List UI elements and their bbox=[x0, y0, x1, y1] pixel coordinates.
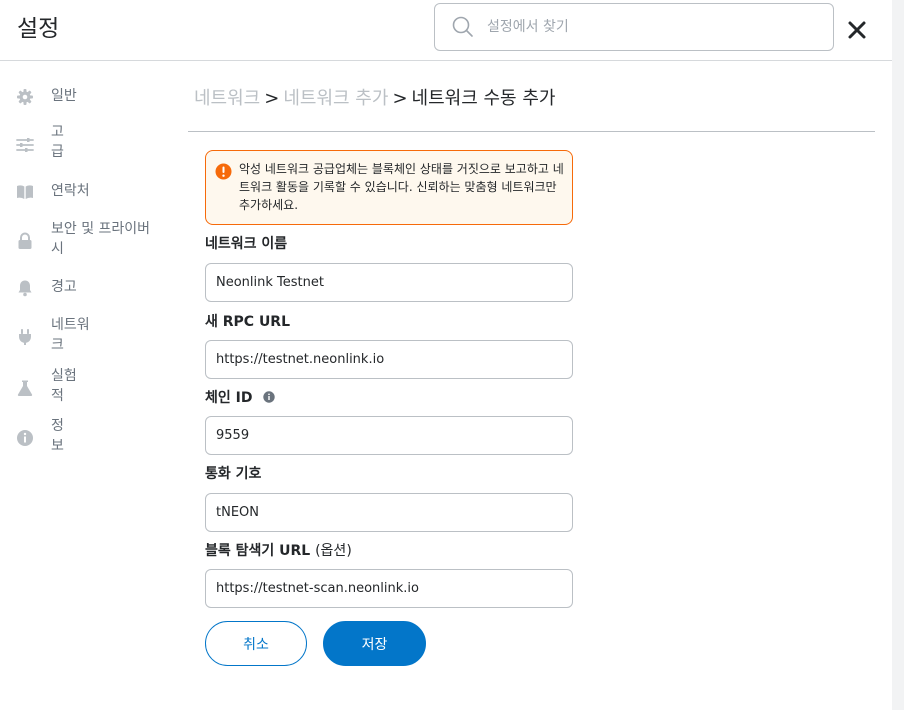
sidebar-item-security-privacy[interactable]: 보안 및 프라이버시 bbox=[0, 219, 170, 261]
sidebar-item-label: 네트워크 bbox=[51, 317, 90, 353]
breadcrumb: 네트워크 > 네트워크 추가 > 네트워크 수동 추가 bbox=[194, 84, 555, 110]
chain-id-input[interactable] bbox=[205, 416, 573, 455]
cancel-button[interactable]: 취소 bbox=[205, 621, 307, 666]
breadcrumb-item-current: 네트워크 수동 추가 bbox=[411, 88, 556, 109]
explorer-url-label-text: 블록 탐색기 URL bbox=[205, 543, 311, 559]
explorer-url-input[interactable] bbox=[205, 569, 573, 608]
sidebar-item-label: 일반 bbox=[51, 88, 77, 104]
warning-text: 악성 네트워크 공급업체는 블록체인 상태를 거짓으로 보고하고 네트워크 활동… bbox=[239, 162, 564, 212]
network-name-label: 네트워크 이름 bbox=[205, 236, 288, 252]
sidebar-item-label: 정보 bbox=[51, 418, 64, 454]
breadcrumb-item-add-network[interactable]: 네트워크 추가 bbox=[283, 88, 388, 109]
chain-id-label: 체인 ID bbox=[205, 387, 276, 407]
header-divider bbox=[188, 131, 875, 132]
sidebar-item-alerts[interactable]: 경고 bbox=[0, 277, 170, 299]
info-icon bbox=[17, 430, 33, 446]
explorer-url-label: 블록 탐색기 URL (옵션) bbox=[205, 540, 352, 560]
rpc-url-input[interactable] bbox=[205, 340, 573, 379]
sidebar-item-advanced[interactable]: 고급 bbox=[0, 122, 170, 164]
book-icon bbox=[17, 185, 33, 199]
warning-icon bbox=[215, 163, 232, 180]
chain-id-label-text: 체인 ID bbox=[205, 390, 253, 406]
scroll-gutter bbox=[892, 0, 904, 710]
lock-icon bbox=[18, 232, 32, 249]
sidebar-item-general[interactable]: 일반 bbox=[0, 86, 170, 108]
currency-symbol-label: 통화 기호 bbox=[205, 466, 262, 482]
rpc-url-label: 새 RPC URL bbox=[205, 314, 291, 330]
search-input[interactable] bbox=[487, 14, 817, 40]
sidebar-item-about[interactable]: 정보 bbox=[0, 416, 170, 458]
top-bar: 설정 bbox=[0, 0, 892, 61]
sidebar-item-label: 보안 및 프라이버시 bbox=[51, 221, 151, 257]
info-icon[interactable] bbox=[263, 391, 276, 403]
gear-icon bbox=[17, 89, 33, 105]
search-box[interactable] bbox=[434, 3, 834, 51]
optional-tag: (옵션) bbox=[315, 543, 352, 559]
sidebar-item-label: 고급 bbox=[51, 124, 64, 160]
breadcrumb-separator: > bbox=[392, 88, 408, 109]
flask-icon bbox=[17, 380, 33, 397]
sidebar-item-label: 경고 bbox=[51, 279, 77, 295]
save-button[interactable]: 저장 bbox=[323, 621, 426, 666]
close-icon[interactable] bbox=[846, 19, 868, 41]
sidebar-item-contacts[interactable]: 연락처 bbox=[0, 181, 170, 203]
search-icon bbox=[452, 16, 473, 37]
breadcrumb-item-networks[interactable]: 네트워크 bbox=[194, 88, 260, 109]
page-title: 설정 bbox=[17, 16, 60, 42]
sliders-icon bbox=[16, 138, 34, 152]
plug-icon bbox=[19, 329, 31, 345]
bell-icon bbox=[18, 280, 32, 297]
sidebar-item-label: 연락처 bbox=[51, 183, 90, 199]
sidebar-item-label: 실험적 bbox=[51, 368, 77, 404]
currency-symbol-input[interactable] bbox=[205, 493, 573, 532]
sidebar-item-experimental[interactable]: 실험적 bbox=[0, 366, 170, 408]
breadcrumb-separator: > bbox=[264, 88, 280, 109]
warning-banner: 악성 네트워크 공급업체는 블록체인 상태를 거짓으로 보고하고 네트워크 활동… bbox=[205, 150, 573, 225]
sidebar-item-networks[interactable]: 네트워크 bbox=[0, 315, 170, 357]
network-name-input[interactable] bbox=[205, 263, 573, 302]
